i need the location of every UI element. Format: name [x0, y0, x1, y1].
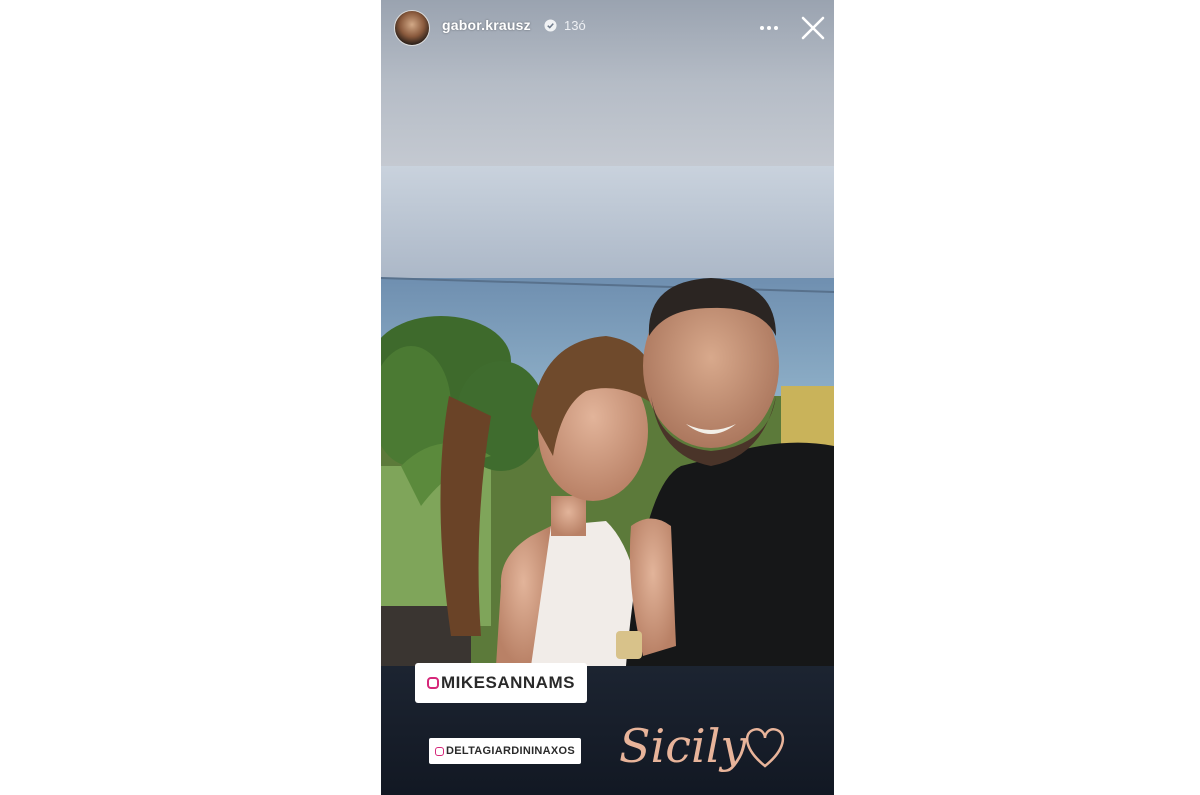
close-icon[interactable]	[799, 14, 827, 42]
at-icon	[427, 677, 439, 689]
verified-badge-icon	[544, 19, 557, 32]
avatar[interactable]	[394, 10, 430, 46]
sticker-text: Sicily	[619, 719, 747, 773]
mention-label: MIKESANNAMS	[441, 673, 575, 692]
story-photo	[381, 166, 834, 666]
story-time: 13ó	[564, 18, 586, 33]
heart-icon	[745, 728, 785, 768]
mention-label: DELTAGIARDININAXOS	[446, 745, 576, 757]
at-icon	[435, 746, 444, 756]
more-horizontal-icon[interactable]	[757, 16, 781, 40]
mention-tag-deltagiardininaxos[interactable]: DELTAGIARDININAXOS	[429, 738, 582, 764]
sicily-sticker: Sicily	[613, 700, 788, 790]
story-header: gabor.krausz 13ó	[381, 0, 834, 56]
mention-tag-mikesannams[interactable]: MIKESANNAMS	[415, 663, 587, 703]
username[interactable]: gabor.krausz	[442, 17, 531, 33]
story-viewer[interactable]: gabor.krausz 13ó MIKESANNAMS DELTAGIARDI…	[381, 0, 834, 795]
